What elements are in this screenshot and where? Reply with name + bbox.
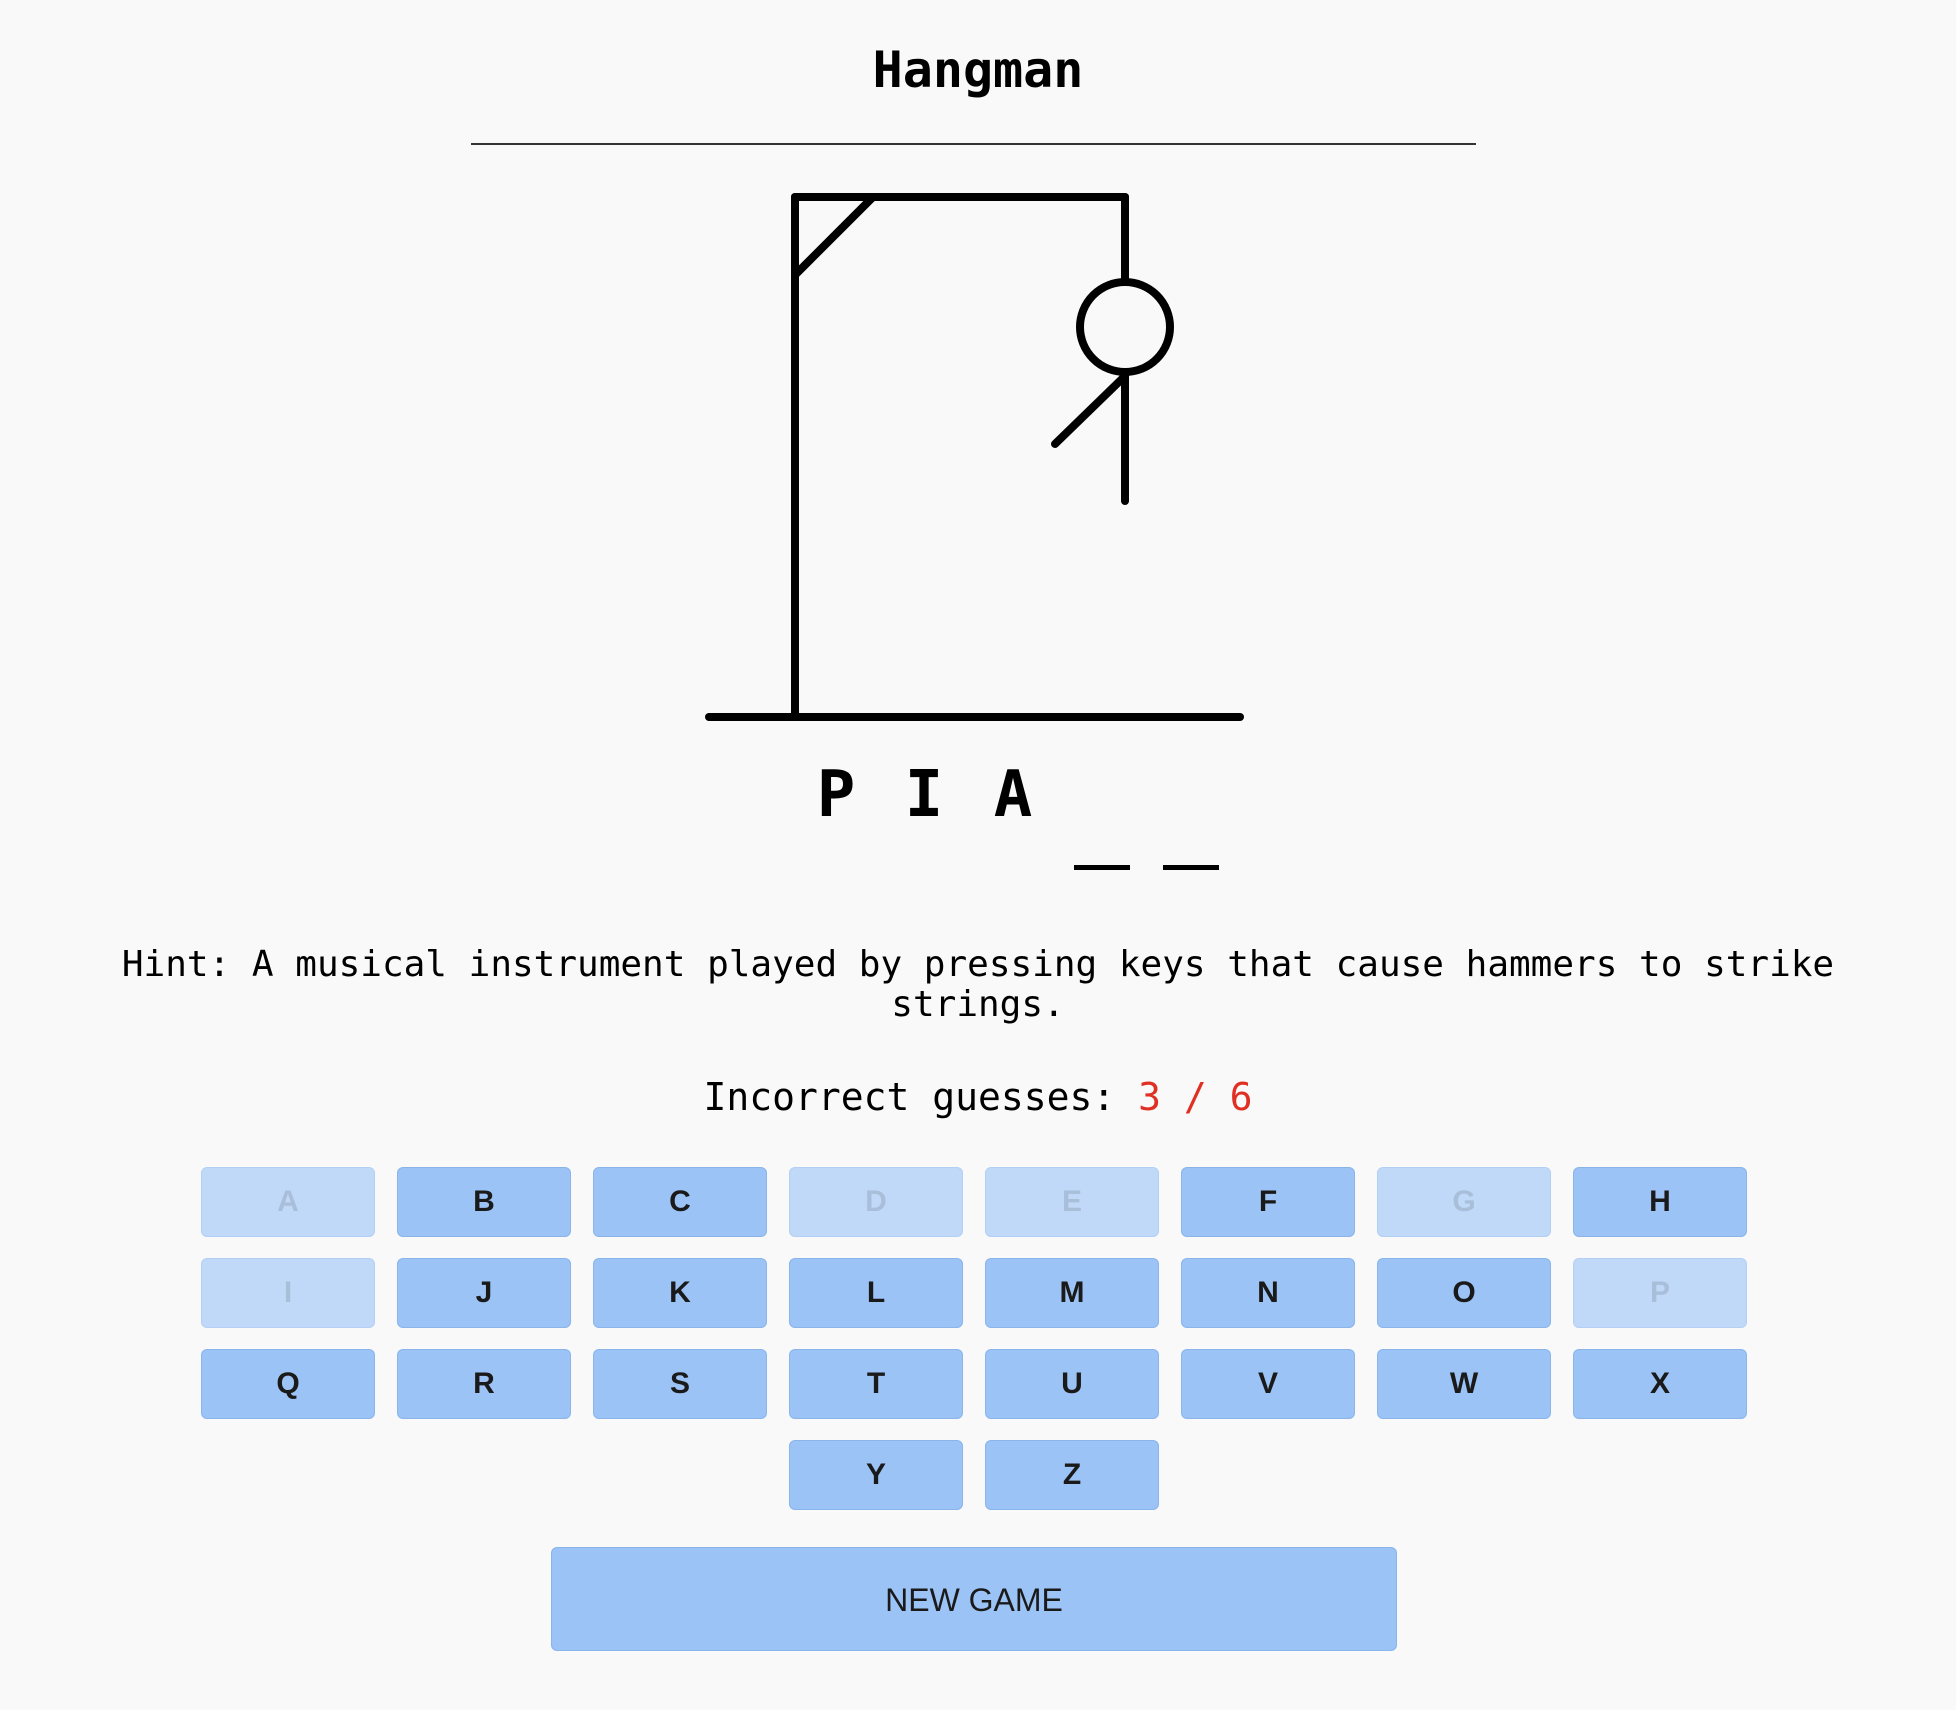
key-c[interactable]: C bbox=[593, 1167, 767, 1237]
key-n[interactable]: N bbox=[1181, 1258, 1355, 1328]
key-u[interactable]: U bbox=[985, 1349, 1159, 1419]
key-d[interactable]: D bbox=[789, 1167, 963, 1237]
key-w[interactable]: W bbox=[1377, 1349, 1551, 1419]
incorrect-guesses: Incorrect guesses: 3 / 6 bbox=[0, 1075, 1956, 1119]
key-s[interactable]: S bbox=[593, 1349, 767, 1419]
key-e[interactable]: E bbox=[985, 1167, 1159, 1237]
letter-blank-underline bbox=[1074, 865, 1130, 870]
letter-slot: A bbox=[978, 755, 1048, 875]
hint-text: Hint: A musical instrument played by pre… bbox=[121, 944, 1835, 1025]
figure-left-arm bbox=[1051, 372, 1129, 448]
letter-char: A bbox=[993, 758, 1033, 832]
key-a[interactable]: A bbox=[201, 1167, 375, 1237]
key-b[interactable]: B bbox=[397, 1167, 571, 1237]
letter-slot: P bbox=[801, 755, 871, 875]
key-t[interactable]: T bbox=[789, 1349, 963, 1419]
incorrect-guesses-label: Incorrect guesses: bbox=[703, 1075, 1116, 1119]
letter-blank-underline bbox=[1163, 865, 1219, 870]
key-r[interactable]: R bbox=[397, 1349, 571, 1419]
word-display: P I A bbox=[0, 755, 1956, 875]
key-g[interactable]: G bbox=[1377, 1167, 1551, 1237]
key-i[interactable]: I bbox=[201, 1258, 375, 1328]
key-p[interactable]: P bbox=[1573, 1258, 1747, 1328]
gallows-brace bbox=[791, 194, 876, 279]
letter-char bbox=[1064, 755, 1134, 835]
key-j[interactable]: J bbox=[397, 1258, 571, 1328]
letter-slot bbox=[1153, 755, 1223, 875]
letter-char bbox=[1153, 755, 1223, 835]
key-k[interactable]: K bbox=[593, 1258, 767, 1328]
key-m[interactable]: M bbox=[985, 1258, 1159, 1328]
letter-char: P bbox=[816, 758, 856, 832]
key-f[interactable]: F bbox=[1181, 1167, 1355, 1237]
key-v[interactable]: V bbox=[1181, 1349, 1355, 1419]
key-x[interactable]: X bbox=[1573, 1349, 1747, 1419]
letter-char: I bbox=[904, 758, 944, 832]
letter-slot bbox=[1064, 755, 1134, 875]
incorrect-guesses-count: 3 / 6 bbox=[1138, 1075, 1253, 1119]
key-h[interactable]: H bbox=[1573, 1167, 1747, 1237]
key-q[interactable]: Q bbox=[201, 1349, 375, 1419]
figure-head bbox=[1076, 278, 1174, 376]
new-game-button[interactable]: NEW GAME bbox=[551, 1547, 1397, 1651]
key-z[interactable]: Z bbox=[985, 1440, 1159, 1510]
key-o[interactable]: O bbox=[1377, 1258, 1551, 1328]
key-l[interactable]: L bbox=[789, 1258, 963, 1328]
key-y[interactable]: Y bbox=[789, 1440, 963, 1510]
hangman-drawing bbox=[705, 193, 1244, 721]
letter-slot: I bbox=[889, 755, 959, 875]
